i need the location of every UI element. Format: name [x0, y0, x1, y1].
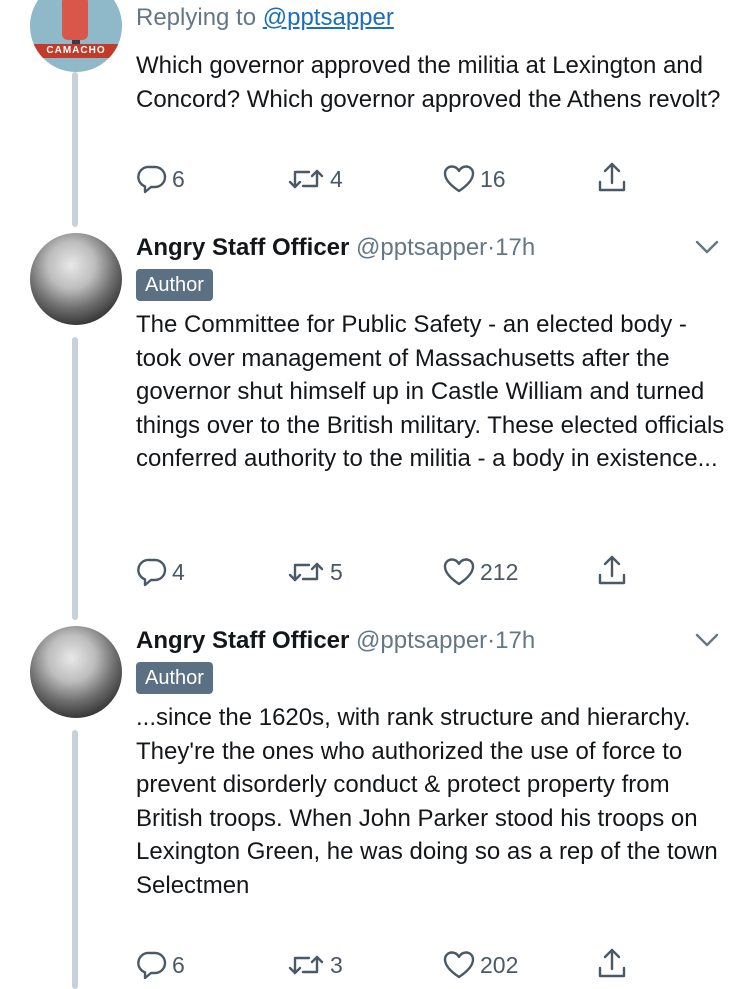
author-name[interactable]: Angry Staff Officer — [136, 627, 349, 654]
reply-icon — [137, 558, 167, 587]
share-button[interactable] — [596, 946, 628, 980]
share-icon — [598, 162, 626, 192]
avatar[interactable] — [30, 626, 122, 718]
retweet-icon — [288, 562, 324, 582]
avatar[interactable]: CAMACHO — [30, 0, 122, 72]
tweet-text: ...since the 1620s, with rank structure … — [136, 704, 718, 899]
retweet-button[interactable]: 3 — [286, 949, 343, 981]
retweet-icon — [288, 955, 324, 975]
author-badge: Author — [136, 269, 213, 301]
share-icon — [598, 555, 626, 585]
separator: · — [487, 627, 496, 654]
replying-prefix: Replying to — [136, 4, 257, 31]
like-count: 16 — [480, 165, 506, 192]
reply-count: 6 — [172, 951, 185, 978]
retweet-count: 5 — [330, 558, 343, 585]
author-handle[interactable]: @pptsapper — [356, 627, 487, 654]
like-button[interactable]: 202 — [442, 949, 518, 981]
replying-to: Replying to @pptsapper — [136, 4, 394, 32]
retweet-icon — [288, 169, 324, 189]
author-name[interactable]: Angry Staff Officer — [136, 234, 349, 261]
share-button[interactable] — [596, 160, 628, 194]
avatar[interactable] — [30, 233, 122, 325]
separator: · — [487, 234, 496, 261]
chevron-down-icon[interactable] — [694, 238, 720, 256]
share-button[interactable] — [596, 553, 628, 587]
author-handle[interactable]: @pptsapper — [356, 234, 487, 261]
like-count: 212 — [480, 558, 519, 585]
thread-line — [72, 730, 78, 989]
reply-button[interactable]: 4 — [136, 556, 185, 588]
reply-count: 4 — [172, 558, 185, 585]
timestamp[interactable]: 17h — [495, 234, 535, 261]
heart-icon — [443, 165, 475, 193]
like-count: 202 — [480, 951, 519, 978]
like-button[interactable]: 212 — [442, 556, 518, 588]
retweet-button[interactable]: 4 — [286, 163, 343, 195]
tweet-header: Angry Staff Officer @pptsapper·17h — [136, 627, 535, 655]
replying-handle-link[interactable]: @pptsapper — [263, 4, 394, 31]
tweet-text: The Committee for Public Safety - an ele… — [136, 311, 725, 472]
heart-icon — [443, 558, 475, 586]
reply-icon — [137, 165, 167, 194]
reply-button[interactable]: 6 — [136, 163, 185, 195]
reply-icon — [137, 951, 167, 980]
reply-button[interactable]: 6 — [136, 949, 185, 981]
retweet-button[interactable]: 5 — [286, 556, 343, 588]
thread-line — [72, 72, 78, 227]
retweet-count: 4 — [330, 165, 343, 192]
timestamp[interactable]: 17h — [495, 627, 535, 654]
share-icon — [598, 948, 626, 978]
heart-icon — [443, 951, 475, 979]
thread-line — [72, 337, 78, 620]
chevron-down-icon[interactable] — [694, 631, 720, 649]
reply-count: 6 — [172, 165, 185, 192]
like-button[interactable]: 16 — [442, 163, 506, 195]
avatar-label: CAMACHO — [30, 44, 122, 58]
tweet-text: Which governor approved the militia at L… — [136, 52, 721, 113]
tweet-header: Angry Staff Officer @pptsapper·17h — [136, 234, 535, 262]
retweet-count: 3 — [330, 951, 343, 978]
author-badge: Author — [136, 662, 213, 694]
